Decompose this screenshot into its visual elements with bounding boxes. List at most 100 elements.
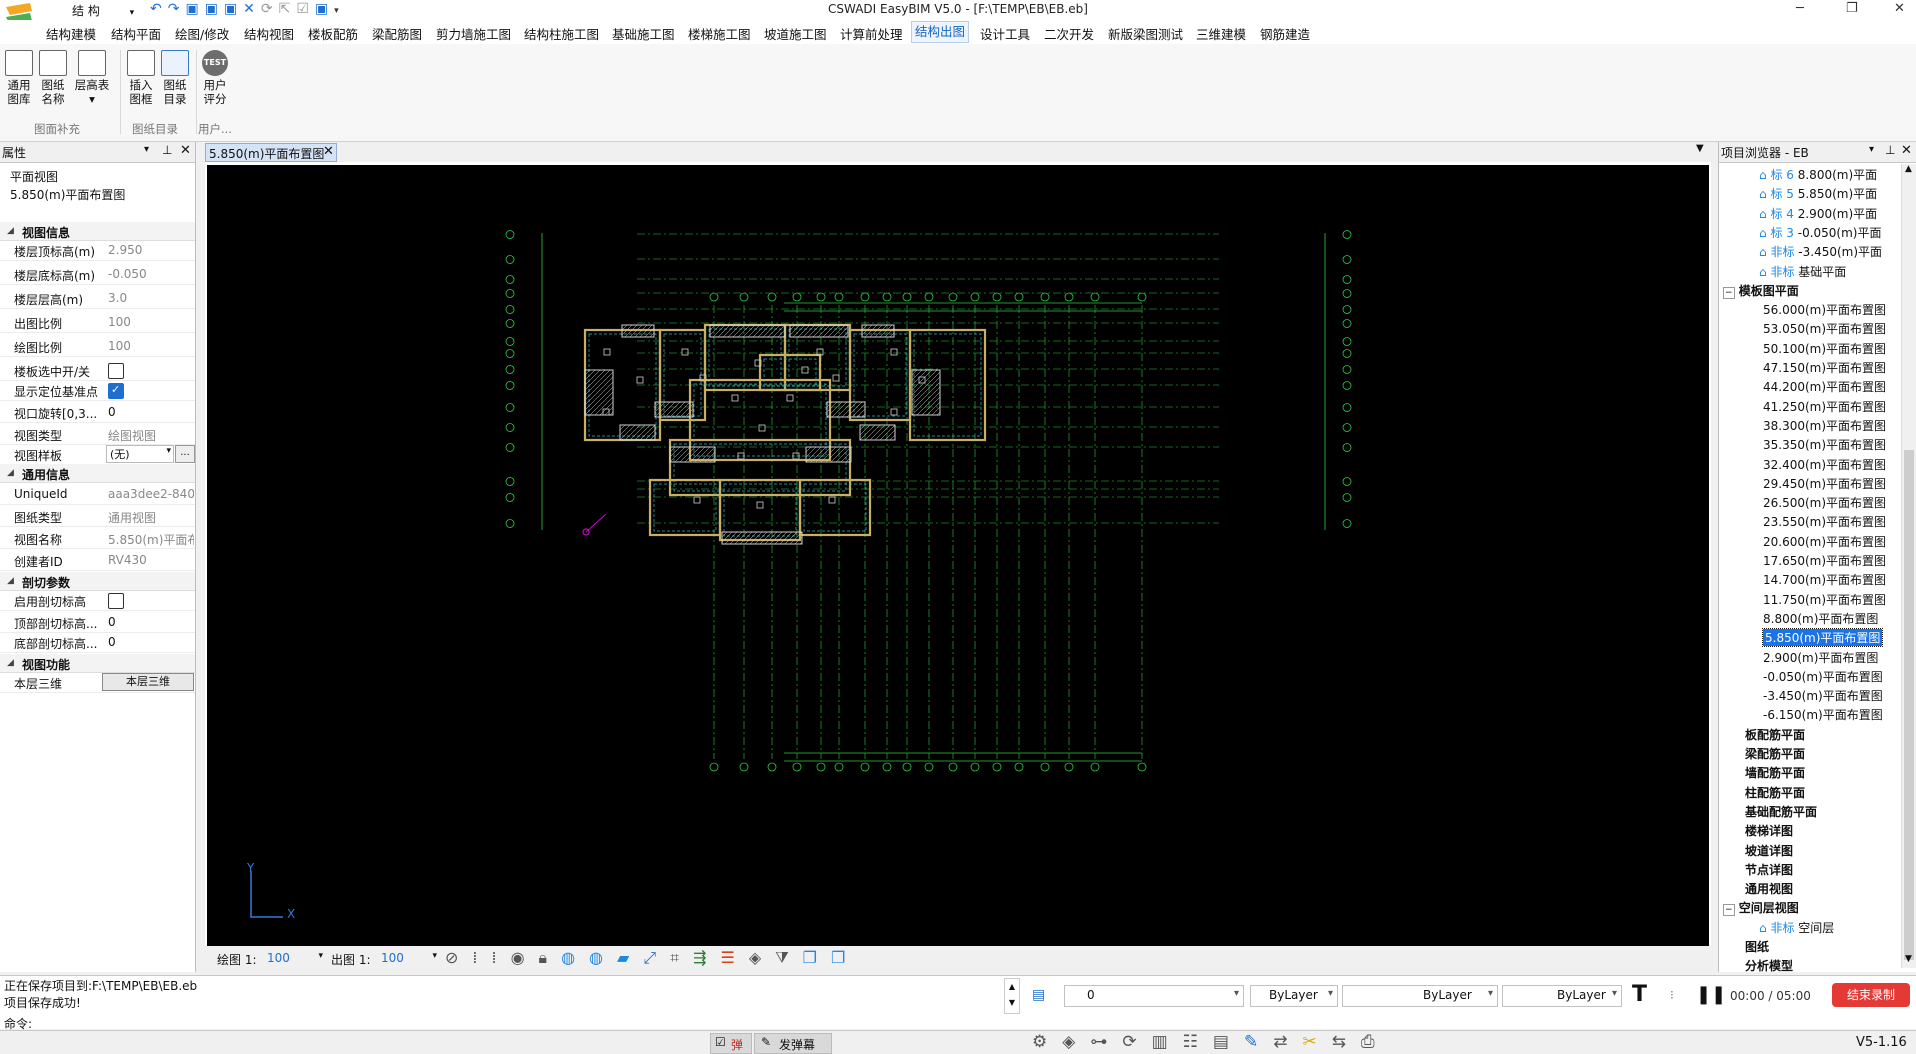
tree-item-plan[interactable]: 41.250(m)平面布置图 <box>1763 398 1886 415</box>
tree-group[interactable]: 通用视图 <box>1745 880 1793 897</box>
lineweight-select[interactable]: ByLayer ▾ <box>1502 985 1622 1007</box>
tree-group[interactable]: 梁配筋平面 <box>1745 745 1805 762</box>
tree-group[interactable]: 基础配筋平面 <box>1745 803 1817 820</box>
tree-item-plan[interactable]: 44.200(m)平面布置图 <box>1763 378 1886 395</box>
tree-item-plan[interactable]: 2.900(m)平面布置图 <box>1763 649 1878 666</box>
edit-icon[interactable]: ✎ <box>1244 1032 1273 1052</box>
text-style-icon[interactable]: T <box>1632 982 1647 1007</box>
plane-icon[interactable]: ▰ <box>617 948 643 967</box>
enable-clip-checkbox[interactable] <box>108 593 124 609</box>
paint2-icon[interactable]: ◍ <box>589 948 617 967</box>
insert-frame-button[interactable]: 插入 图框 <box>126 50 156 106</box>
prop-value[interactable]: 100 <box>108 315 194 329</box>
scroll-up-icon[interactable]: ▲ <box>1905 164 1912 174</box>
close-icon[interactable]: ✕ <box>1901 143 1912 158</box>
tree-item-floor[interactable]: ⌂ 非标 基础平面 <box>1759 263 1846 280</box>
dwg-icon[interactable]: ⇶ <box>693 948 720 967</box>
prop-value[interactable]: 100 <box>108 339 194 353</box>
tree-item-plan[interactable]: 29.450(m)平面布置图 <box>1763 475 1886 492</box>
drawing-name-button[interactable]: 图纸 名称 <box>38 50 68 106</box>
drag-handle-icon[interactable]: ⁝ <box>1670 988 1674 1002</box>
prop-value[interactable]: 0 <box>108 635 194 649</box>
collapse-icon[interactable]: − <box>1723 286 1735 299</box>
tree-item-floor[interactable]: ⌂ 标 4 2.900(m)平面 <box>1759 205 1877 222</box>
tag-icon[interactable]: ✂ <box>1302 1032 1331 1052</box>
tab-foundation[interactable]: 基础施工图 <box>612 24 675 43</box>
lock-icon[interactable]: 🔒︎ <box>539 948 562 967</box>
tab-rebar-build[interactable]: 钢筋建造 <box>1260 24 1310 43</box>
tree-group[interactable]: 柱配筋平面 <box>1745 784 1805 801</box>
tab-stair[interactable]: 楼梯施工图 <box>688 24 751 43</box>
out-scale-select[interactable]: 100 ▾ <box>379 949 439 967</box>
tree-item-plan[interactable]: 47.150(m)平面布置图 <box>1763 359 1886 376</box>
tree-item-plan[interactable]: 17.650(m)平面布置图 <box>1763 552 1886 569</box>
tree-item-plan[interactable]: -6.150(m)平面布置图 <box>1763 706 1883 723</box>
ellipsis-button[interactable]: ... <box>175 445 195 463</box>
linetype-select[interactable]: ByLayer ▾ <box>1342 985 1498 1007</box>
sync-icon[interactable]: ⇄ <box>1273 1032 1302 1052</box>
pause-icon[interactable]: ❚❚ <box>1696 984 1726 1005</box>
dropdown-icon[interactable]: ▾ <box>1869 144 1874 155</box>
close-window-icon[interactable]: ✕ <box>1894 1 1905 16</box>
send-danmaku-button[interactable]: ✎ 发弹幕 <box>754 1033 832 1054</box>
hide-icon[interactable]: ⊘ <box>445 948 472 967</box>
expand-icon[interactable]: ⤢ <box>643 948 670 967</box>
layer-manager-icon[interactable]: ▤ <box>1032 987 1045 1003</box>
tree-item-plan[interactable]: 20.600(m)平面布置图 <box>1763 533 1886 550</box>
tree-item-plan[interactable]: -0.050(m)平面布置图 <box>1763 668 1883 685</box>
layers-icon[interactable]: ◈ <box>1062 1032 1090 1052</box>
filter-icon[interactable]: ⧩ <box>775 948 802 967</box>
swap-icon[interactable]: ⇆ <box>1332 1032 1361 1052</box>
pin-icon[interactable]: ⊥ <box>1885 143 1895 157</box>
scroll-thumb[interactable] <box>1904 450 1914 960</box>
tab-structure-model[interactable]: 结构建模 <box>46 24 96 43</box>
section-view-func[interactable]: ◢ 视图功能 <box>0 654 195 673</box>
tree-group[interactable]: 节点详图 <box>1745 861 1793 878</box>
draw-scale-select[interactable]: 100 ▾ <box>265 949 325 967</box>
tree-group-template-plans[interactable]: − 模板图平面 <box>1723 282 1799 299</box>
tree-group[interactable]: 楼梯详图 <box>1745 822 1793 839</box>
tree-icon[interactable]: ⊶ <box>1090 1032 1122 1052</box>
browser-scrollbar[interactable]: ▲ ▼ <box>1901 164 1916 968</box>
tab-draw-modify[interactable]: 绘图/修改 <box>175 24 229 43</box>
tree-item-plan[interactable]: 23.550(m)平面布置图 <box>1763 513 1886 530</box>
tab-structure-output[interactable]: 结构出图 <box>910 21 970 43</box>
grid-icon[interactable]: ⁞⁞ <box>472 948 510 967</box>
floor-height-table-button[interactable]: 层高表 ▾ <box>72 50 112 106</box>
section-clip-params[interactable]: ◢ 剖切参数 <box>0 572 195 591</box>
prop-value[interactable]: 0 <box>108 615 194 629</box>
lines-icon[interactable]: ☰ <box>721 948 749 967</box>
command-input[interactable] <box>40 1014 700 1029</box>
drawing-canvas[interactable]: Y X <box>207 165 1709 946</box>
view-template-select[interactable]: (无) ▾ <box>106 445 174 463</box>
tree-item-plan[interactable]: 32.400(m)平面布置图 <box>1763 456 1886 473</box>
collapse-icon[interactable]: − <box>1723 904 1735 917</box>
close-icon[interactable]: ✕ <box>323 144 334 159</box>
tab-column[interactable]: 结构柱施工图 <box>524 24 599 43</box>
chevron-down-icon[interactable]: ▼ <box>1696 143 1704 154</box>
tree-item-plan[interactable]: 35.350(m)平面布置图 <box>1763 436 1886 453</box>
scroll-down-icon[interactable]: ▼ <box>1905 954 1912 964</box>
user-rating-button[interactable]: TEST 用户 评分 <box>200 50 230 106</box>
tree-group[interactable]: 图纸 <box>1745 938 1769 955</box>
crop-icon[interactable]: ⌗ <box>670 948 693 967</box>
tree-item-plan[interactable]: 8.800(m)平面布置图 <box>1763 610 1878 627</box>
tree-item-plan[interactable]: 50.100(m)平面布置图 <box>1763 340 1886 357</box>
dwg-icon[interactable]: ▤ <box>1213 1032 1244 1052</box>
eye-icon[interactable]: ◉ <box>511 948 539 967</box>
tab-slab-rebar[interactable]: 楼板配筋 <box>308 24 358 43</box>
dropdown-icon[interactable]: ▾ <box>144 144 149 155</box>
paint-icon[interactable]: ◍ <box>561 948 589 967</box>
tree-group-space[interactable]: − 空间层视图 <box>1723 899 1799 917</box>
window-icon[interactable]: ❐ <box>803 948 831 967</box>
stop-recording-button[interactable]: 结束录制 <box>1832 983 1910 1007</box>
danmaku-toggle[interactable]: ☑ 弹 <box>710 1033 752 1054</box>
tab-ramp[interactable]: 坡道施工图 <box>764 24 827 43</box>
floor-3d-button[interactable]: 本层三维 <box>102 673 194 691</box>
color-select[interactable]: ByLayer ▾ <box>1250 985 1338 1007</box>
tree-item-plan[interactable]: 56.000(m)平面布置图 <box>1763 301 1886 318</box>
gear-icon[interactable]: ⚙ <box>1032 1032 1062 1052</box>
tree-item-plan[interactable]: 26.500(m)平面布置图 <box>1763 494 1886 511</box>
tree-group[interactable]: 坡道详图 <box>1745 842 1793 859</box>
tab-precalc[interactable]: 计算前处理 <box>840 24 903 43</box>
